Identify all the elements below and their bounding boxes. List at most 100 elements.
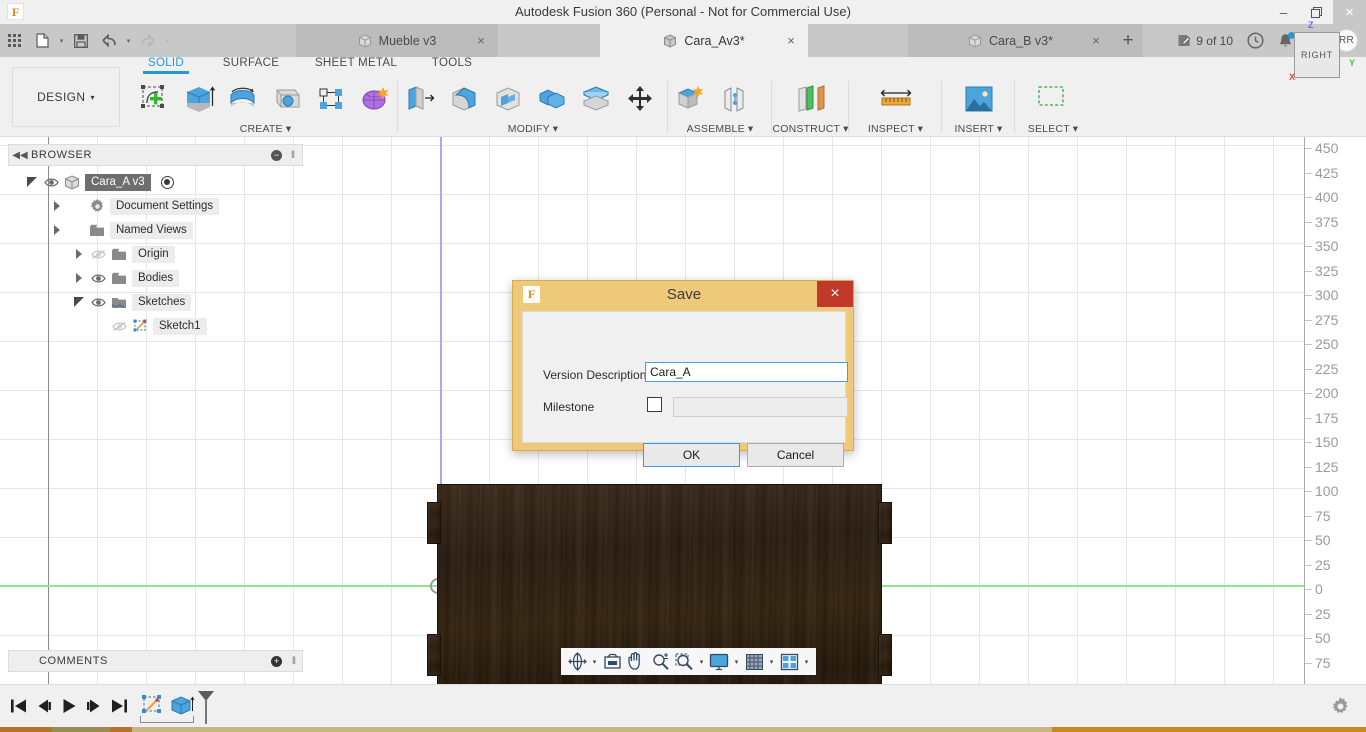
panel-title-insert[interactable]: INSERT ▾ <box>942 123 1015 135</box>
tab-surface[interactable]: SURFACE <box>213 57 289 69</box>
taskbar-segment[interactable] <box>110 727 132 732</box>
measure-icon[interactable] <box>874 79 918 119</box>
version-description-input[interactable]: Cara_A <box>645 362 848 382</box>
clock-icon[interactable] <box>1240 24 1271 57</box>
save-icon[interactable] <box>67 24 95 57</box>
close-icon[interactable]: × <box>784 33 798 47</box>
add-comment-icon[interactable]: + <box>271 656 282 667</box>
panel-title-select[interactable]: SELECT ▾ <box>1015 123 1091 135</box>
expand-arrow-closed-icon[interactable] <box>70 242 88 266</box>
expand-arrow-open-icon[interactable] <box>23 170 41 194</box>
save-dialog[interactable]: F Save × Version Description Cara_A Mile… <box>512 280 854 467</box>
display-settings-icon[interactable] <box>707 649 731 675</box>
expand-arrow-closed-icon[interactable] <box>48 194 66 218</box>
zoom-icon[interactable] <box>648 649 672 675</box>
step-back-icon[interactable] <box>33 695 55 717</box>
rib-icon[interactable] <box>309 79 353 119</box>
tab-tools[interactable]: TOOLS <box>421 57 483 69</box>
panel-title-construct[interactable]: CONSTRUCT ▾ <box>772 123 849 135</box>
browser-tree-item[interactable]: Sketch1 <box>8 314 303 338</box>
split-face-icon[interactable] <box>574 79 618 119</box>
ok-button[interactable]: OK <box>643 443 740 467</box>
activate-component-radio[interactable] <box>160 175 174 189</box>
offset-plane-icon[interactable] <box>789 79 833 119</box>
restore-button[interactable] <box>1300 0 1333 24</box>
taskbar-segment[interactable] <box>52 727 110 732</box>
joint-icon[interactable] <box>712 79 756 119</box>
form-icon[interactable] <box>353 79 397 119</box>
cancel-button[interactable]: Cancel <box>747 443 844 467</box>
zoom-window-icon[interactable] <box>672 649 696 675</box>
taskbar-segment[interactable] <box>0 727 52 732</box>
go-to-end-icon[interactable] <box>108 695 130 717</box>
close-button[interactable]: × <box>1333 0 1366 24</box>
viewports-caret-icon[interactable]: ▾ <box>801 649 812 675</box>
orbit-icon[interactable] <box>565 649 589 675</box>
visibility-eye-off-icon[interactable] <box>88 242 108 266</box>
pan-icon[interactable] <box>624 649 648 675</box>
visibility-eye-off-icon[interactable] <box>109 314 129 338</box>
extrude-icon[interactable] <box>177 79 221 119</box>
browser-tree-item[interactable]: Named Views <box>8 218 303 242</box>
collapse-left-icon[interactable]: ◀◀ <box>9 150 31 161</box>
dialog-close-button[interactable]: × <box>817 281 853 307</box>
display-settings-caret-icon[interactable]: ▾ <box>731 649 742 675</box>
new-component-icon[interactable] <box>668 79 712 119</box>
grid-snaps-icon[interactable] <box>742 649 766 675</box>
taskbar-segment[interactable] <box>132 727 1052 732</box>
new-document-caret-icon[interactable]: ▾ <box>56 24 67 57</box>
panel-title-modify[interactable]: MODIFY ▾ <box>398 123 668 135</box>
revolve-icon[interactable] <box>221 79 265 119</box>
tab-sheet-metal[interactable]: SHEET METAL <box>309 57 403 69</box>
move-copy-icon[interactable] <box>618 79 662 119</box>
redo-caret-icon[interactable]: ▾ <box>162 24 173 57</box>
select-window-icon[interactable] <box>1031 79 1075 119</box>
redo-icon[interactable] <box>134 24 162 57</box>
insert-image-icon[interactable] <box>957 79 1001 119</box>
document-tab-cara-b[interactable]: Cara_B v3* × <box>908 24 1113 57</box>
zoom-window-caret-icon[interactable]: ▾ <box>696 649 707 675</box>
undo-caret-icon[interactable]: ▾ <box>123 24 134 57</box>
timeline-marker-icon[interactable] <box>196 689 216 730</box>
combine-icon[interactable] <box>530 79 574 119</box>
expand-arrow-closed-icon[interactable] <box>70 266 88 290</box>
job-status-indicator[interactable]: 9 of 10 <box>1170 24 1240 57</box>
view-cube-face-label[interactable]: RIGHT <box>1294 32 1340 78</box>
sweep-icon[interactable] <box>265 79 309 119</box>
browser-tree-item[interactable]: Cara_A v3 <box>8 170 303 194</box>
new-document-icon[interactable] <box>28 24 56 57</box>
workspace-selector[interactable]: DESIGN ▾ <box>12 67 120 127</box>
document-tab-cara-a[interactable]: Cara_Av3* × <box>600 24 808 57</box>
milestone-input[interactable] <box>673 397 848 417</box>
comments-panel[interactable]: COMMENTS + ‖ <box>8 650 303 672</box>
tab-solid[interactable]: SOLID <box>141 57 191 74</box>
play-icon[interactable] <box>58 695 80 717</box>
expand-arrow-closed-icon[interactable] <box>48 218 66 242</box>
timeline-settings-icon[interactable] <box>1331 697 1350 721</box>
undo-icon[interactable] <box>95 24 123 57</box>
document-tab-mueble[interactable]: Mueble v3 × <box>296 24 498 57</box>
shell-icon[interactable] <box>486 79 530 119</box>
browser-tree-item[interactable]: Sketches <box>8 290 303 314</box>
panel-title-inspect[interactable]: INSPECT ▾ <box>849 123 942 135</box>
browser-tree-item[interactable]: Document Settings <box>8 194 303 218</box>
view-cube[interactable]: RIGHT Z Y X <box>1289 20 1355 82</box>
browser-minimize-icon[interactable]: − <box>271 150 282 161</box>
minimize-button[interactable]: – <box>1267 0 1300 24</box>
close-icon[interactable]: × <box>474 33 488 47</box>
browser-tree-item[interactable]: Origin <box>8 242 303 266</box>
browser-tree-item[interactable]: Bodies <box>8 266 303 290</box>
create-sketch-icon[interactable] <box>133 79 177 119</box>
expand-arrow-open-icon[interactable] <box>70 290 88 314</box>
fillet-icon[interactable] <box>442 79 486 119</box>
app-grid-icon[interactable] <box>0 24 28 57</box>
taskbar-segment[interactable] <box>1052 727 1366 732</box>
viewports-icon[interactable] <box>777 649 801 675</box>
visibility-eye-icon[interactable] <box>88 290 108 314</box>
panel-title-assemble[interactable]: ASSEMBLE ▾ <box>668 123 772 135</box>
grid-snaps-caret-icon[interactable]: ▾ <box>766 649 777 675</box>
press-pull-icon[interactable] <box>398 79 442 119</box>
browser-grip-icon[interactable]: ‖ <box>291 150 296 161</box>
comments-grip-icon[interactable]: ‖ <box>292 656 296 667</box>
visibility-eye-icon[interactable] <box>88 266 108 290</box>
